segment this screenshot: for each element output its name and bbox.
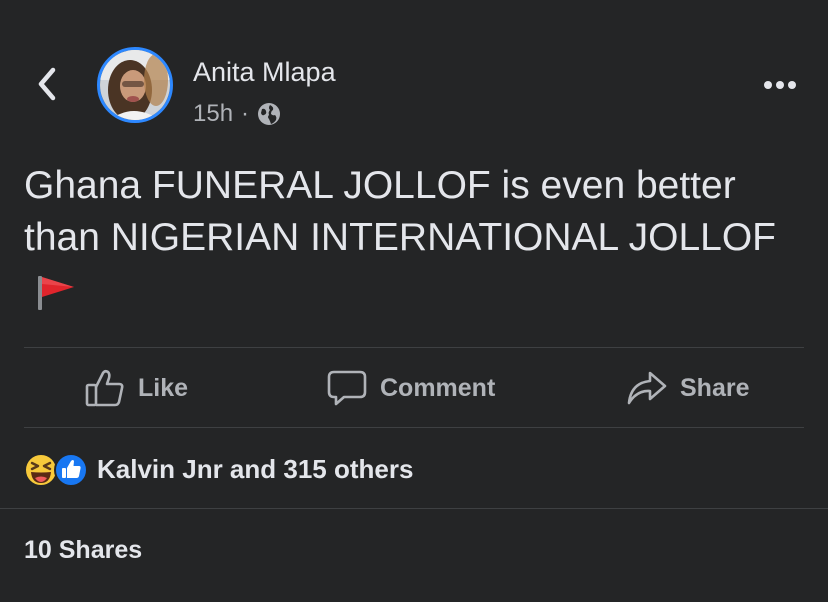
post-timestamp[interactable]: 15h [193,100,233,128]
comment-bubble-icon [326,368,380,408]
divider [0,508,828,509]
reactions-text: Kalvin Jnr and 315 others [97,453,414,484]
globe-icon[interactable] [257,102,281,126]
like-button[interactable]: Like [84,360,188,416]
post-body: Ghana FUNERAL JOLLOF is even better than… [24,164,777,259]
post-meta: 15h · [193,98,281,130]
like-label: Like [138,373,189,402]
divider [24,427,804,428]
thumbs-up-outline-icon [84,368,138,408]
profile-photo [100,50,170,120]
author-name[interactable]: Anita Mlapa [193,56,336,88]
comment-button[interactable]: Comment [326,360,495,416]
thumbs-up-icon [54,453,88,487]
share-label: Share [680,373,750,402]
comment-label: Comment [380,373,496,402]
shares-count[interactable]: 10 Shares [24,532,142,568]
avatar[interactable] [97,47,173,123]
laughing-face-icon [24,453,58,487]
meta-separator: · [241,100,250,127]
share-arrow-icon [626,368,680,408]
share-button[interactable]: Share [626,360,749,416]
reactions-summary[interactable]: Kalvin Jnr and 315 others [24,448,413,490]
more-options-button[interactable] [760,72,800,100]
triangular-flag-icon [34,272,78,312]
ellipsis-icon [763,77,797,95]
back-button[interactable] [30,66,64,106]
post-text: Ghana FUNERAL JOLLOF is even better than… [24,160,784,316]
reaction-icons [24,451,90,487]
divider [24,347,804,348]
chevron-left-icon [36,66,58,107]
